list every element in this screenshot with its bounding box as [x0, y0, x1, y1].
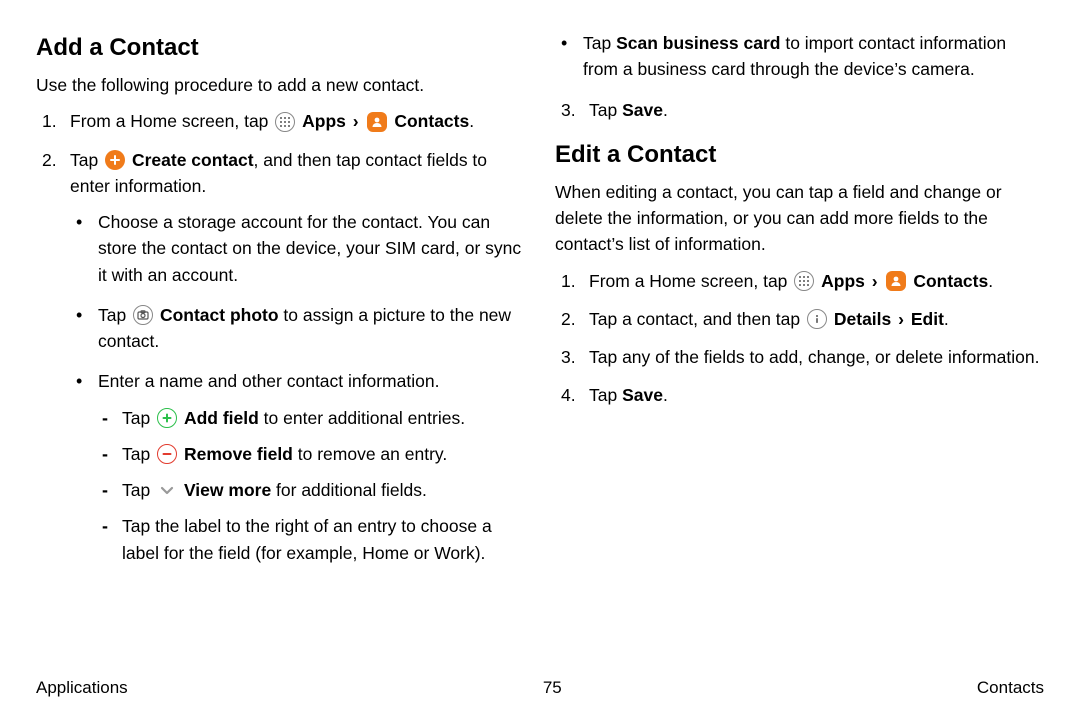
step-number: 1. — [561, 268, 576, 294]
create-contact-plus-icon — [105, 150, 125, 170]
text: Tap — [122, 444, 155, 464]
contact-photo-label: Contact photo — [160, 305, 279, 325]
apps-label: Apps — [821, 271, 865, 291]
page-footer: Applications 75 Contacts — [36, 675, 1044, 701]
text: Tap any of the fields to add, change, or… — [589, 347, 1039, 367]
contacts-label: Contacts — [913, 271, 988, 291]
chevron-separator: › — [353, 111, 359, 131]
text: for additional fields. — [271, 480, 427, 500]
step-number: 3. — [561, 97, 576, 123]
intro-edit-contact: When editing a contact, you can tap a fi… — [555, 179, 1044, 258]
step-number: 4. — [561, 382, 576, 408]
footer-right: Contacts — [977, 675, 1044, 701]
save-label: Save — [622, 385, 663, 405]
left-column: Add a Contact Use the following procedur… — [36, 30, 525, 670]
chevron-down-icon — [157, 480, 177, 500]
info-icon — [807, 309, 827, 329]
apps-grid-icon — [794, 271, 814, 291]
dash-view-more: Tap View more for additional fields. — [98, 477, 525, 503]
contacts-icon — [367, 112, 387, 132]
remove-field-minus-icon — [157, 444, 177, 464]
contacts-label: Contacts — [394, 111, 469, 131]
enter-info-subitems: Tap Add field to enter additional entrie… — [98, 405, 525, 566]
text: Tap — [122, 408, 155, 428]
edit-step-2: 2. Tap a contact, and then tap Details ›… — [555, 306, 1044, 332]
footer-page-number: 75 — [543, 675, 562, 701]
footer-left: Applications — [36, 675, 128, 701]
period: . — [944, 309, 949, 329]
create-contact-label: Create contact — [132, 150, 254, 170]
step-2-bullets: Choose a storage account for the contact… — [70, 209, 525, 566]
remove-field-label: Remove field — [184, 444, 293, 464]
right-column: Tap Scan business card to import contact… — [555, 30, 1044, 670]
intro-add-contact: Use the following procedure to add a new… — [36, 72, 525, 98]
chevron-separator: › — [898, 309, 904, 329]
text: to remove an entry. — [293, 444, 447, 464]
add-field-label: Add field — [184, 408, 259, 428]
step-2: 2. Tap Create contact, and then tap cont… — [36, 147, 525, 566]
add-field-plus-icon — [157, 408, 177, 428]
period: . — [663, 385, 668, 405]
edit-contact-steps: 1. From a Home screen, tap Apps › Contac… — [555, 268, 1044, 409]
text: Tap — [583, 33, 616, 53]
two-column-layout: Add a Contact Use the following procedur… — [36, 30, 1044, 670]
contacts-icon — [886, 271, 906, 291]
text: From a Home screen, tap — [589, 271, 792, 291]
edit-step-3: 3. Tap any of the fields to add, change,… — [555, 344, 1044, 370]
text: Enter a name and other contact informati… — [98, 371, 439, 391]
dash-choose-label: Tap the label to the right of an entry t… — [98, 513, 525, 566]
step-number: 3. — [561, 344, 576, 370]
text: Tap — [70, 150, 103, 170]
text: Tap a contact, and then tap — [589, 309, 805, 329]
step-3: 3. Tap Save. — [555, 97, 1044, 123]
edit-step-4: 4. Tap Save. — [555, 382, 1044, 408]
apps-label: Apps — [302, 111, 346, 131]
heading-add-contact: Add a Contact — [36, 30, 525, 66]
period: . — [988, 271, 993, 291]
dash-add-field: Tap Add field to enter additional entrie… — [98, 405, 525, 431]
camera-icon — [133, 305, 153, 325]
scan-business-card-label: Scan business card — [616, 33, 780, 53]
heading-edit-contact: Edit a Contact — [555, 137, 1044, 173]
details-label: Details — [834, 309, 891, 329]
text: Choose a storage account for the contact… — [98, 212, 521, 285]
continued-bullets: Tap Scan business card to import contact… — [555, 30, 1044, 83]
text: Tap the label to the right of an entry t… — [122, 516, 492, 562]
apps-grid-icon — [275, 112, 295, 132]
bullet-scan-card: Tap Scan business card to import contact… — [555, 30, 1044, 83]
text: Tap — [122, 480, 155, 500]
bullet-storage: Choose a storage account for the contact… — [70, 209, 525, 288]
add-contact-steps: 1. From a Home screen, tap Apps › Contac… — [36, 108, 525, 566]
continued-steps: 3. Tap Save. — [555, 97, 1044, 123]
text: Tap — [589, 385, 622, 405]
step-number: 1. — [42, 108, 57, 134]
step-number: 2. — [42, 147, 57, 173]
save-label: Save — [622, 100, 663, 120]
period: . — [469, 111, 474, 131]
step-number: 2. — [561, 306, 576, 332]
text: Tap — [98, 305, 131, 325]
text: From a Home screen, tap — [70, 111, 273, 131]
text: Tap — [589, 100, 622, 120]
bullet-enter-info: Enter a name and other contact informati… — [70, 368, 525, 566]
view-more-label: View more — [184, 480, 271, 500]
dash-remove-field: Tap Remove field to remove an entry. — [98, 441, 525, 467]
chevron-separator: › — [872, 271, 878, 291]
text: to enter additional entries. — [259, 408, 465, 428]
edit-step-1: 1. From a Home screen, tap Apps › Contac… — [555, 268, 1044, 294]
bullet-contact-photo: Tap Contact photo to assign a picture to… — [70, 302, 525, 355]
edit-label: Edit — [911, 309, 944, 329]
step-1: 1. From a Home screen, tap Apps › Contac… — [36, 108, 525, 134]
period: . — [663, 100, 668, 120]
